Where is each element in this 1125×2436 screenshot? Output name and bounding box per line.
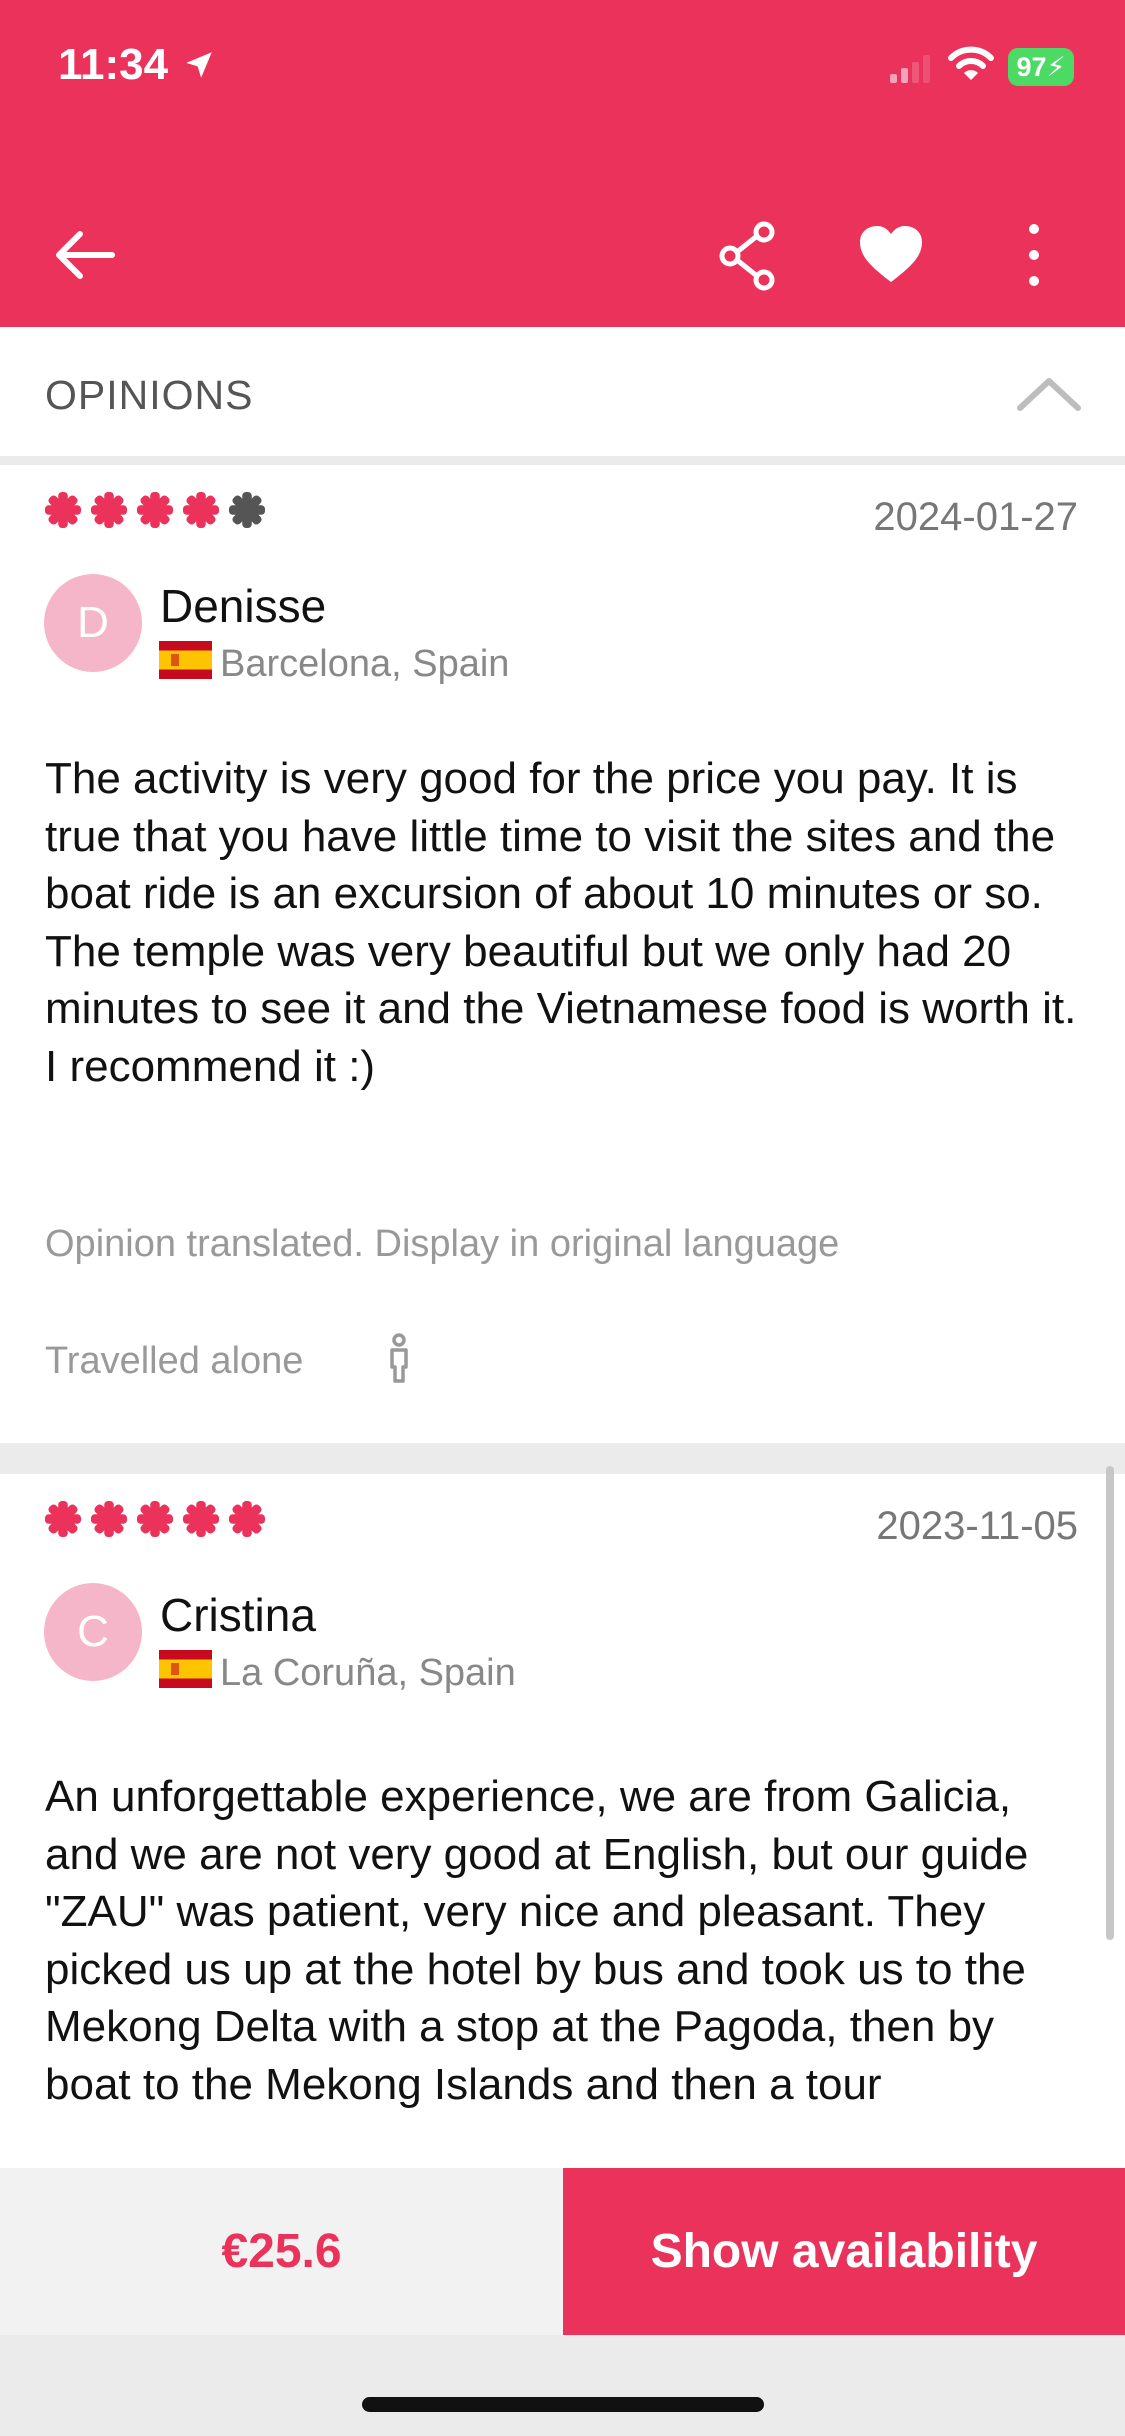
status-time: 11:34	[58, 40, 169, 89]
app-header: 11:34 97⚡	[0, 0, 1125, 327]
home-indicator-area	[0, 2335, 1125, 2436]
star-filled-icon	[90, 491, 128, 529]
booking-bar: €25.6 Show availability	[0, 2168, 1125, 2335]
battery-indicator: 97⚡	[1008, 48, 1074, 86]
location-arrow-icon	[182, 48, 216, 87]
star-filled-icon	[136, 491, 174, 529]
battery-level: 97	[1016, 52, 1047, 82]
avatar: D	[44, 574, 142, 672]
review-card: 2024-01-27 D Denisse Barcelona, Spain Th…	[0, 465, 1125, 1443]
more-options-icon[interactable]	[1018, 220, 1050, 295]
solo-traveller-icon	[384, 1333, 414, 1390]
reviewer-name: Cristina	[160, 1589, 316, 1641]
avatar: C	[44, 1583, 142, 1681]
spain-flag-icon	[159, 641, 212, 679]
wifi-icon	[948, 46, 994, 87]
price-label: €25.6	[221, 2225, 342, 2278]
section-title: OPINIONS	[45, 372, 254, 418]
review-card: 2023-11-05 C Cristina La Coruña, Spain A…	[0, 1474, 1125, 2168]
reviewer-location: La Coruña, Spain	[220, 1652, 516, 1694]
review-date: 2024-01-27	[873, 495, 1078, 539]
star-filled-icon	[90, 1500, 128, 1538]
reviewer-location: Barcelona, Spain	[220, 643, 510, 685]
travel-type: Travelled alone	[45, 1340, 304, 1382]
review-text: The activity is very good for the price …	[45, 754, 1077, 1091]
review-text: An unforgettable experience, we are from…	[45, 1772, 1029, 2109]
price-area: €25.6	[0, 2168, 563, 2335]
star-filled-icon	[136, 1500, 174, 1538]
star-filled-icon	[44, 491, 82, 529]
star-filled-icon	[182, 491, 220, 529]
divider	[0, 456, 1125, 465]
scrollbar[interactable]	[1106, 1466, 1114, 1940]
cellular-signal-icon	[888, 52, 938, 89]
share-icon[interactable]	[716, 220, 780, 297]
star-empty-icon	[228, 491, 266, 529]
chevron-up-icon[interactable]	[1016, 374, 1082, 419]
spain-flag-icon	[159, 1650, 212, 1688]
home-indicator[interactable]	[362, 2397, 764, 2412]
back-arrow-icon[interactable]	[50, 220, 120, 295]
show-original-link[interactable]: Opinion translated. Display in original …	[45, 1223, 839, 1266]
show-availability-button[interactable]: Show availability	[563, 2168, 1125, 2335]
heart-icon[interactable]	[858, 224, 924, 289]
reviewer-name: Denisse	[160, 580, 327, 632]
rating-stars	[44, 491, 266, 529]
rating-stars	[44, 1500, 266, 1538]
star-filled-icon	[182, 1500, 220, 1538]
star-filled-icon	[44, 1500, 82, 1538]
star-filled-icon	[228, 1500, 266, 1538]
review-date: 2023-11-05	[876, 1504, 1078, 1548]
divider	[0, 1443, 1125, 1474]
